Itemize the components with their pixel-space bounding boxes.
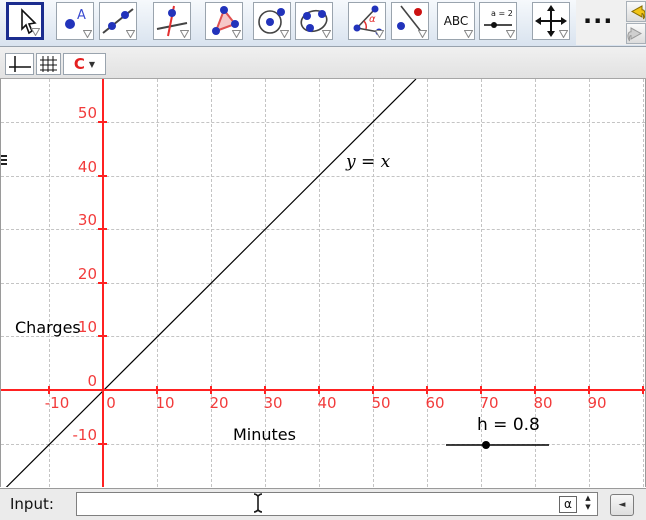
x-axis-tick <box>534 386 536 394</box>
geogebra-window: A <box>0 0 646 520</box>
slider-h-handle <box>482 441 490 449</box>
axes-icon <box>8 55 32 73</box>
x-tick-label: -10 <box>35 394 79 412</box>
y-axis-tick <box>98 175 107 177</box>
x-tick-label: 0 <box>89 394 133 412</box>
greek-alpha-button[interactable]: α <box>559 496 577 513</box>
chevron-down-icon <box>464 30 473 38</box>
y-tick-label: 50 <box>37 104 97 122</box>
y-axis-tick <box>98 282 107 284</box>
input-label: Input: <box>10 495 54 513</box>
x-axis-tick <box>372 386 374 394</box>
x-tick-label: 70 <box>467 394 511 412</box>
tool-angle-button[interactable]: α <box>348 2 386 40</box>
x-tick-label: 20 <box>197 394 241 412</box>
x-axis-tick <box>264 386 266 394</box>
chevron-down-icon <box>126 30 135 38</box>
chevron-down-icon <box>418 30 427 38</box>
x-tick-label: 30 <box>251 394 295 412</box>
x-axis-tick <box>426 386 428 394</box>
y-tick-label: 40 <box>37 158 97 176</box>
graphics-view[interactable]: Charges Minutes y = x h = 0.8 -100102030… <box>0 79 646 487</box>
chevron-down-icon: ▼ <box>89 60 95 69</box>
y-axis-tick <box>98 121 107 123</box>
tool-circle-button[interactable] <box>253 2 291 40</box>
grid-toggle-button[interactable] <box>36 53 61 75</box>
chevron-down-icon <box>31 28 40 36</box>
grid-icon <box>39 55 58 73</box>
x-axis-tick <box>156 386 158 394</box>
chevron-down-icon <box>83 30 92 38</box>
x-tick-label: 60 <box>413 394 457 412</box>
tool-move-button[interactable] <box>6 2 44 40</box>
y-tick-label: 0 <box>37 372 97 390</box>
undo-arrow-icon <box>627 3 645 22</box>
chevron-down-icon <box>559 30 568 38</box>
chevron-down-icon <box>280 30 289 38</box>
y-axis-tick <box>98 228 107 230</box>
tool-point-button[interactable]: A <box>56 2 94 40</box>
y-tick-label: -10 <box>37 426 97 444</box>
chevron-down-icon <box>232 30 241 38</box>
svg-text:α: α <box>369 14 376 25</box>
y-axis-tick <box>98 389 107 391</box>
tool-text-button[interactable]: ABC <box>437 2 475 40</box>
command-input[interactable] <box>76 492 598 516</box>
point-capturing-icon: C <box>74 57 85 72</box>
x-axis-tick <box>318 386 320 394</box>
tool-slider-button[interactable]: a = 2 <box>479 2 517 40</box>
tool-ellipse-button[interactable] <box>295 2 333 40</box>
svg-text:a = 2: a = 2 <box>491 9 513 18</box>
y-tick-label: 30 <box>37 211 97 229</box>
tool-line-button[interactable] <box>99 2 137 40</box>
graphics-stylebar: C ▼ <box>0 47 646 79</box>
redo-button[interactable] <box>626 23 646 44</box>
y-tick-label: 10 <box>37 318 97 336</box>
toolbar-more-button[interactable]: ... <box>583 4 613 38</box>
left-triangle-icon: ◄ <box>619 500 626 510</box>
input-history-spinner[interactable]: ▲▼ <box>582 494 594 514</box>
input-bar: Input: α ▲▼ ◄ <box>0 488 646 520</box>
svg-text:A: A <box>77 8 86 23</box>
chevron-down-icon <box>322 30 331 38</box>
main-toolbar: A <box>0 0 646 47</box>
axes-toggle-button[interactable] <box>5 53 34 75</box>
slider-h-label[interactable]: h = 0.8 <box>477 415 540 435</box>
chevron-down-icon <box>180 30 189 38</box>
y-tick-label: 20 <box>37 265 97 283</box>
chevron-down-icon <box>506 30 515 38</box>
x-axis-tick <box>642 386 644 394</box>
redo-arrow-icon <box>627 25 645 44</box>
tool-polygon-button[interactable] <box>205 2 243 40</box>
x-tick-label: 90 <box>575 394 619 412</box>
line-equation-label[interactable]: y = x <box>346 152 390 172</box>
point-capturing-dropdown[interactable]: C ▼ <box>63 53 106 75</box>
x-axis-tick <box>480 386 482 394</box>
x-axis-tick <box>210 386 212 394</box>
chevron-down-icon <box>375 30 384 38</box>
y-axis-tick <box>98 443 107 445</box>
x-tick-label: 80 <box>521 394 565 412</box>
x-axis-caption: Minutes <box>233 425 296 444</box>
input-help-toggle-button[interactable]: ◄ <box>610 494 634 516</box>
y-axis-tick <box>98 335 107 337</box>
view-splitter-handle[interactable] <box>1 155 7 167</box>
tool-perpendicular-line-button[interactable] <box>153 2 191 40</box>
undo-button[interactable] <box>626 1 646 22</box>
x-axis-tick <box>588 386 590 394</box>
tool-move-view-button[interactable] <box>532 2 570 40</box>
tool-reflect-button[interactable] <box>391 2 429 40</box>
x-tick-label: 10 <box>143 394 187 412</box>
x-tick-label: 40 <box>305 394 349 412</box>
x-tick-label: 50 <box>359 394 403 412</box>
